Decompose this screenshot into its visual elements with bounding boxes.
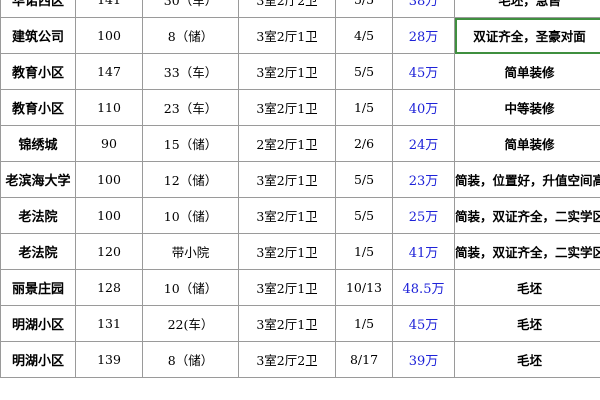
cell-floor[interactable]: 5/5 — [335, 53, 393, 90]
cell-area[interactable]: 110 — [75, 89, 143, 126]
cell-layout[interactable]: 3室2厅1卫 — [238, 305, 336, 342]
cell-price[interactable]: 45万 — [392, 305, 455, 342]
cell-area[interactable]: 100 — [75, 197, 143, 234]
cell-parking[interactable]: 10（储） — [142, 269, 239, 306]
cell-remarks[interactable]: 简单装修 — [454, 125, 600, 162]
cell-community[interactable]: 明湖小区 — [0, 305, 76, 342]
cell-remarks[interactable]: 毛坯 — [454, 341, 600, 378]
cell-layout[interactable]: 3室2厅2卫 — [238, 0, 336, 18]
cell-parking[interactable]: 12（储） — [142, 161, 239, 198]
table-row: 丽景庄园 128 10（储） 3室2厅1卫 10/13 48.5万 毛坯 — [0, 269, 600, 306]
cell-layout[interactable]: 2室2厅1卫 — [238, 125, 336, 162]
cell-price[interactable]: 23万 — [392, 161, 455, 198]
cell-floor[interactable]: 2/6 — [335, 125, 393, 162]
cell-floor[interactable]: 1/5 — [335, 89, 393, 126]
cell-community[interactable]: 教育小区 — [0, 53, 76, 90]
cell-area[interactable]: 139 — [75, 341, 143, 378]
cell-area[interactable]: 90 — [75, 125, 143, 162]
cell-area[interactable]: 120 — [75, 233, 143, 270]
cell-price[interactable]: 45万 — [392, 53, 455, 90]
table-row: 明湖小区 131 22(车） 3室2厅1卫 1/5 45万 毛坯 — [0, 305, 600, 342]
cell-remarks[interactable]: 简装，双证齐全，二实学区房 — [454, 233, 600, 270]
cell-community[interactable]: 丽景庄园 — [0, 269, 76, 306]
cell-community[interactable]: 老法院 — [0, 233, 76, 270]
cell-area[interactable]: 141 — [75, 0, 143, 18]
cell-price[interactable]: 40万 — [392, 89, 455, 126]
cell-floor[interactable]: 8/17 — [335, 341, 393, 378]
cell-price[interactable]: 25万 — [392, 197, 455, 234]
table-row: 教育小区 147 33（车） 3室2厅1卫 5/5 45万 简单装修 — [0, 53, 600, 90]
listing-table: 华诺西区 141 30（车） 3室2厅2卫 5/5 38万 毛坯，急售 建筑公司… — [0, 0, 600, 378]
cell-area[interactable]: 100 — [75, 161, 143, 198]
cell-remarks[interactable]: 中等装修 — [454, 89, 600, 126]
cell-parking[interactable]: 15（储） — [142, 125, 239, 162]
table-row: 老滨海大学 100 12（储） 3室2厅1卫 5/5 23万 简装，位置好，升值… — [0, 161, 600, 198]
cell-price[interactable]: 38万 — [392, 0, 455, 18]
cell-price[interactable]: 39万 — [392, 341, 455, 378]
cell-parking[interactable]: 10（储） — [142, 197, 239, 234]
table-row: 建筑公司 100 8（储） 3室2厅1卫 4/5 28万 双证齐全，圣豪对面 — [0, 17, 600, 54]
cell-remarks[interactable]: 简装，双证齐全，二实学区房 — [454, 197, 600, 234]
cell-floor[interactable]: 10/13 — [335, 269, 393, 306]
cell-price[interactable]: 48.5万 — [392, 269, 455, 306]
cell-remarks[interactable]: 毛坯，急售 — [454, 0, 600, 18]
cell-floor[interactable]: 5/5 — [335, 161, 393, 198]
cell-floor[interactable]: 5/5 — [335, 197, 393, 234]
cell-price[interactable]: 24万 — [392, 125, 455, 162]
cell-parking[interactable]: 30（车） — [142, 0, 239, 18]
cell-layout[interactable]: 3室2厅1卫 — [238, 89, 336, 126]
cell-area[interactable]: 131 — [75, 305, 143, 342]
cell-layout[interactable]: 3室2厅1卫 — [238, 197, 336, 234]
selected-cell-remarks[interactable]: 双证齐全，圣豪对面 — [454, 17, 600, 54]
cell-price[interactable]: 41万 — [392, 233, 455, 270]
cell-area[interactable]: 128 — [75, 269, 143, 306]
spreadsheet-view: 华诺西区 141 30（车） 3室2厅2卫 5/5 38万 毛坯，急售 建筑公司… — [0, 0, 600, 400]
cell-community[interactable]: 老滨海大学 — [0, 161, 76, 198]
cell-community[interactable]: 教育小区 — [0, 89, 76, 126]
cell-floor[interactable]: 4/5 — [335, 17, 393, 54]
cell-parking[interactable]: 8（储） — [142, 17, 239, 54]
cell-layout[interactable]: 3室2厅1卫 — [238, 53, 336, 90]
table-row: 明湖小区 139 8（储） 3室2厅2卫 8/17 39万 毛坯 — [0, 341, 600, 378]
table-row: 华诺西区 141 30（车） 3室2厅2卫 5/5 38万 毛坯，急售 — [0, 0, 600, 18]
cell-layout[interactable]: 3室2厅1卫 — [238, 17, 336, 54]
cell-floor[interactable]: 5/5 — [335, 0, 393, 18]
cell-remarks[interactable]: 毛坯 — [454, 305, 600, 342]
table-row: 教育小区 110 23（车） 3室2厅1卫 1/5 40万 中等装修 — [0, 89, 600, 126]
cell-community[interactable]: 老法院 — [0, 197, 76, 234]
cell-remarks[interactable]: 毛坯 — [454, 269, 600, 306]
cell-parking[interactable]: 23（车） — [142, 89, 239, 126]
cell-layout[interactable]: 3室2厅1卫 — [238, 233, 336, 270]
cell-area[interactable]: 147 — [75, 53, 143, 90]
cell-community[interactable]: 明湖小区 — [0, 341, 76, 378]
cell-parking[interactable]: 33（车） — [142, 53, 239, 90]
table-row: 老法院 100 10（储） 3室2厅1卫 5/5 25万 简装，双证齐全，二实学… — [0, 197, 600, 234]
cell-layout[interactable]: 3室2厅2卫 — [238, 341, 336, 378]
table-row: 锦绣城 90 15（储） 2室2厅1卫 2/6 24万 简单装修 — [0, 125, 600, 162]
cell-layout[interactable]: 3室2厅1卫 — [238, 269, 336, 306]
cell-community[interactable]: 建筑公司 — [0, 17, 76, 54]
cell-price[interactable]: 28万 — [392, 17, 455, 54]
cell-parking[interactable]: 8（储） — [142, 341, 239, 378]
cell-floor[interactable]: 1/5 — [335, 305, 393, 342]
cell-community[interactable]: 锦绣城 — [0, 125, 76, 162]
cell-parking[interactable]: 22(车） — [142, 305, 239, 342]
cell-floor[interactable]: 1/5 — [335, 233, 393, 270]
table-row: 老法院 120 带小院 3室2厅1卫 1/5 41万 简装，双证齐全，二实学区房 — [0, 233, 600, 270]
cell-parking[interactable]: 带小院 — [142, 233, 239, 270]
cell-remarks[interactable]: 简单装修 — [454, 53, 600, 90]
cell-layout[interactable]: 3室2厅1卫 — [238, 161, 336, 198]
table-body: 华诺西区 141 30（车） 3室2厅2卫 5/5 38万 毛坯，急售 建筑公司… — [0, 0, 600, 378]
cell-area[interactable]: 100 — [75, 17, 143, 54]
cell-community[interactable]: 华诺西区 — [0, 0, 76, 18]
cell-remarks[interactable]: 简装，位置好，升值空间高 — [454, 161, 600, 198]
